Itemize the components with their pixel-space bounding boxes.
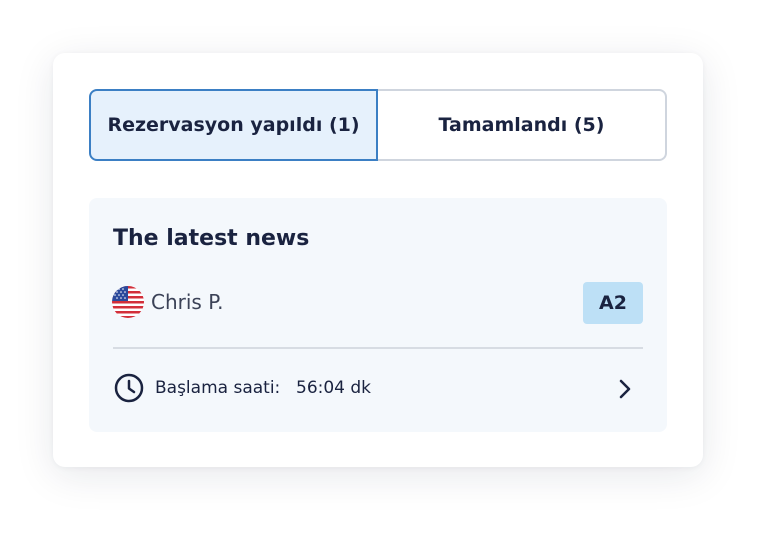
chevron-right-icon[interactable] <box>615 378 635 400</box>
tab-completed[interactable]: Tamamlandı (5) <box>378 89 667 161</box>
tab-bar: Rezervasyon yapıldı (1) Tamamlandı (5) <box>89 89 667 161</box>
user-name: Chris P. <box>151 290 224 314</box>
tab-reserved[interactable]: Rezervasyon yapıldı (1) <box>89 89 378 161</box>
news-panel: The latest news Chris P. A2 Başlama saat… <box>89 198 667 432</box>
reservation-card: Rezervasyon yapıldı (1) Tamamlandı (5) T… <box>53 53 703 467</box>
divider <box>113 347 643 349</box>
us-flag-icon <box>112 286 144 318</box>
start-time-value: 56:04 dk <box>296 378 372 398</box>
level-badge: A2 <box>583 282 643 324</box>
clock-icon <box>114 373 144 403</box>
start-time-label: Başlama saati: <box>155 378 281 398</box>
panel-title: The latest news <box>113 226 310 251</box>
